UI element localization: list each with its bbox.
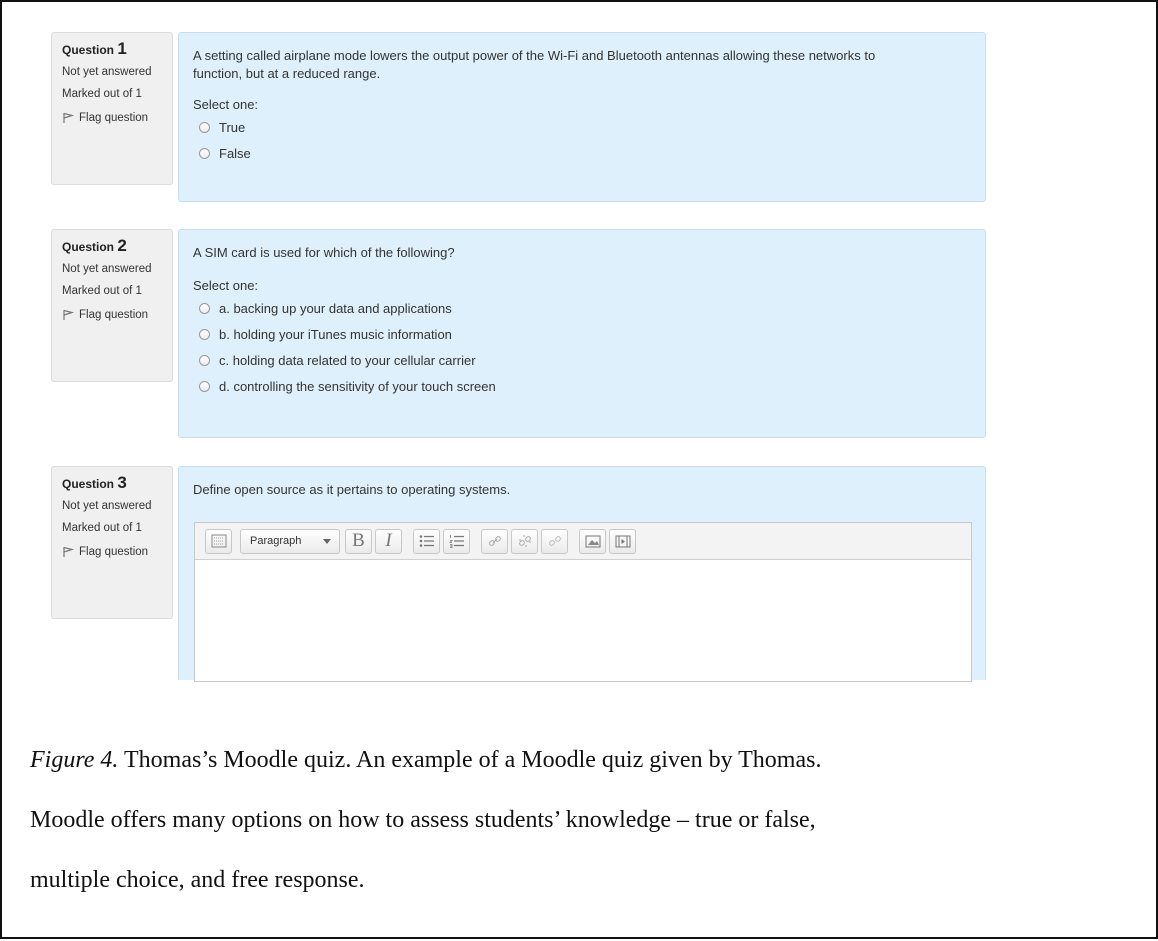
question-number: 1 <box>117 39 127 58</box>
question-2-info: Question 2 Not yet answered Marked out o… <box>51 229 173 382</box>
option-label: b. holding your iTunes music information <box>219 326 452 342</box>
radio-button[interactable] <box>199 302 210 314</box>
radio-button[interactable] <box>199 147 210 159</box>
question-3-text: Define open source as it pertains to ope… <box>193 482 511 497</box>
flag-question-label: Flag question <box>79 112 149 124</box>
flag-icon <box>63 309 74 320</box>
link-group <box>481 528 571 554</box>
figure-label: Figure 4. <box>30 747 119 773</box>
question-1-status: Not yet answered <box>62 66 152 78</box>
question-label: Question <box>62 240 115 254</box>
italic-button[interactable]: I <box>375 528 402 554</box>
flag-question-label: Flag question <box>79 309 149 321</box>
select-one-label: Select one: <box>193 97 259 112</box>
question-1-flag-link[interactable]: Flag question <box>62 111 172 125</box>
image-icon <box>585 535 600 547</box>
question-label: Question <box>62 43 115 57</box>
bold-label: B <box>352 530 365 551</box>
question-1-content: A setting called airplane mode lowers th… <box>178 32 986 202</box>
bold-button[interactable]: B <box>345 528 372 554</box>
question-2-status: Not yet answered <box>62 263 152 275</box>
question-2-marked: Marked out of 1 <box>62 285 142 297</box>
flag-question-label: Flag question <box>79 546 149 558</box>
flag-icon <box>63 112 74 123</box>
question-3-info: Question 3 Not yet answered Marked out o… <box>51 466 173 619</box>
format-select-value: Paragraph <box>250 535 302 547</box>
option-label: d. controlling the sensitivity of your t… <box>219 378 496 394</box>
chevron-down-icon <box>323 538 331 544</box>
link-button[interactable] <box>481 528 508 554</box>
unlink-icon <box>518 535 531 547</box>
toolbar-toggle-button[interactable] <box>205 528 232 554</box>
unlink-button[interactable] <box>511 528 538 554</box>
question-1-title: Question 1 <box>62 39 172 58</box>
option-a[interactable]: a. backing up your data and applications <box>193 296 971 320</box>
radio-button[interactable] <box>199 121 210 133</box>
question-2-title: Question 2 <box>62 236 172 255</box>
question-3-marked: Marked out of 1 <box>62 522 142 534</box>
figure-caption-line-3: multiple choice, and free response. <box>30 867 365 893</box>
question-3-title: Question 3 <box>62 473 172 492</box>
list-group <box>413 528 473 554</box>
option-true[interactable]: True <box>193 115 971 139</box>
option-label: c. holding data related to your cellular… <box>219 352 476 368</box>
question-1-info: Question 1 Not yet answered Marked out o… <box>51 32 173 185</box>
insert-image-button[interactable] <box>579 528 606 554</box>
question-2-content: A SIM card is used for which of the foll… <box>178 229 986 438</box>
ordered-list-button[interactable] <box>443 528 470 554</box>
option-label: True <box>219 119 246 135</box>
radio-button[interactable] <box>199 354 210 366</box>
radio-button[interactable] <box>199 328 210 340</box>
caption-line-1-text: Thomas’s Moodle quiz. An example of a Mo… <box>124 747 822 773</box>
question-3-flag-link[interactable]: Flag question <box>62 545 172 559</box>
rich-text-editor: Paragraph B I <box>194 522 972 682</box>
option-label: a. backing up your data and applications <box>219 300 452 316</box>
toolbar-toggle-icon <box>211 534 226 548</box>
flag-icon <box>63 546 74 557</box>
bullet-list-icon <box>419 535 434 547</box>
option-d[interactable]: d. controlling the sensitivity of your t… <box>193 374 971 398</box>
question-2-text: A SIM card is used for which of the foll… <box>193 245 455 260</box>
text-style-group: B I <box>345 528 405 554</box>
question-3-content: Define open source as it pertains to ope… <box>178 466 986 682</box>
question-number: 3 <box>117 473 127 492</box>
unordered-list-button[interactable] <box>413 528 440 554</box>
editor-toolbar: Paragraph B I <box>195 523 971 560</box>
option-b[interactable]: b. holding your iTunes music information <box>193 322 971 346</box>
numbered-list-icon <box>448 535 464 548</box>
media-icon <box>615 535 630 547</box>
format-select[interactable]: Paragraph <box>240 528 340 554</box>
question-label: Question <box>62 477 115 491</box>
option-c[interactable]: c. holding data related to your cellular… <box>193 348 971 372</box>
italic-label: I <box>385 530 392 551</box>
figure-caption-line-2: Moodle offers many options on how to ass… <box>30 807 816 833</box>
figure-caption-line-1: Figure 4. Thomas’s Moodle quiz. An examp… <box>30 748 821 772</box>
insert-media-button[interactable] <box>609 528 636 554</box>
link-icon <box>488 536 501 546</box>
anchor-button[interactable] <box>541 528 568 554</box>
editor-text-area[interactable] <box>195 560 971 683</box>
anchor-link-icon <box>548 536 561 546</box>
question-1-marked: Marked out of 1 <box>62 88 142 100</box>
question-2-flag-link[interactable]: Flag question <box>62 308 172 322</box>
media-group <box>579 528 639 554</box>
question-1-text: A setting called airplane mode lowers th… <box>193 48 876 81</box>
question-number: 2 <box>117 236 127 255</box>
question-3-status: Not yet answered <box>62 500 152 512</box>
radio-button[interactable] <box>199 380 210 392</box>
option-label: False <box>219 145 251 161</box>
select-one-label: Select one: <box>193 278 259 293</box>
option-false[interactable]: False <box>193 141 971 165</box>
